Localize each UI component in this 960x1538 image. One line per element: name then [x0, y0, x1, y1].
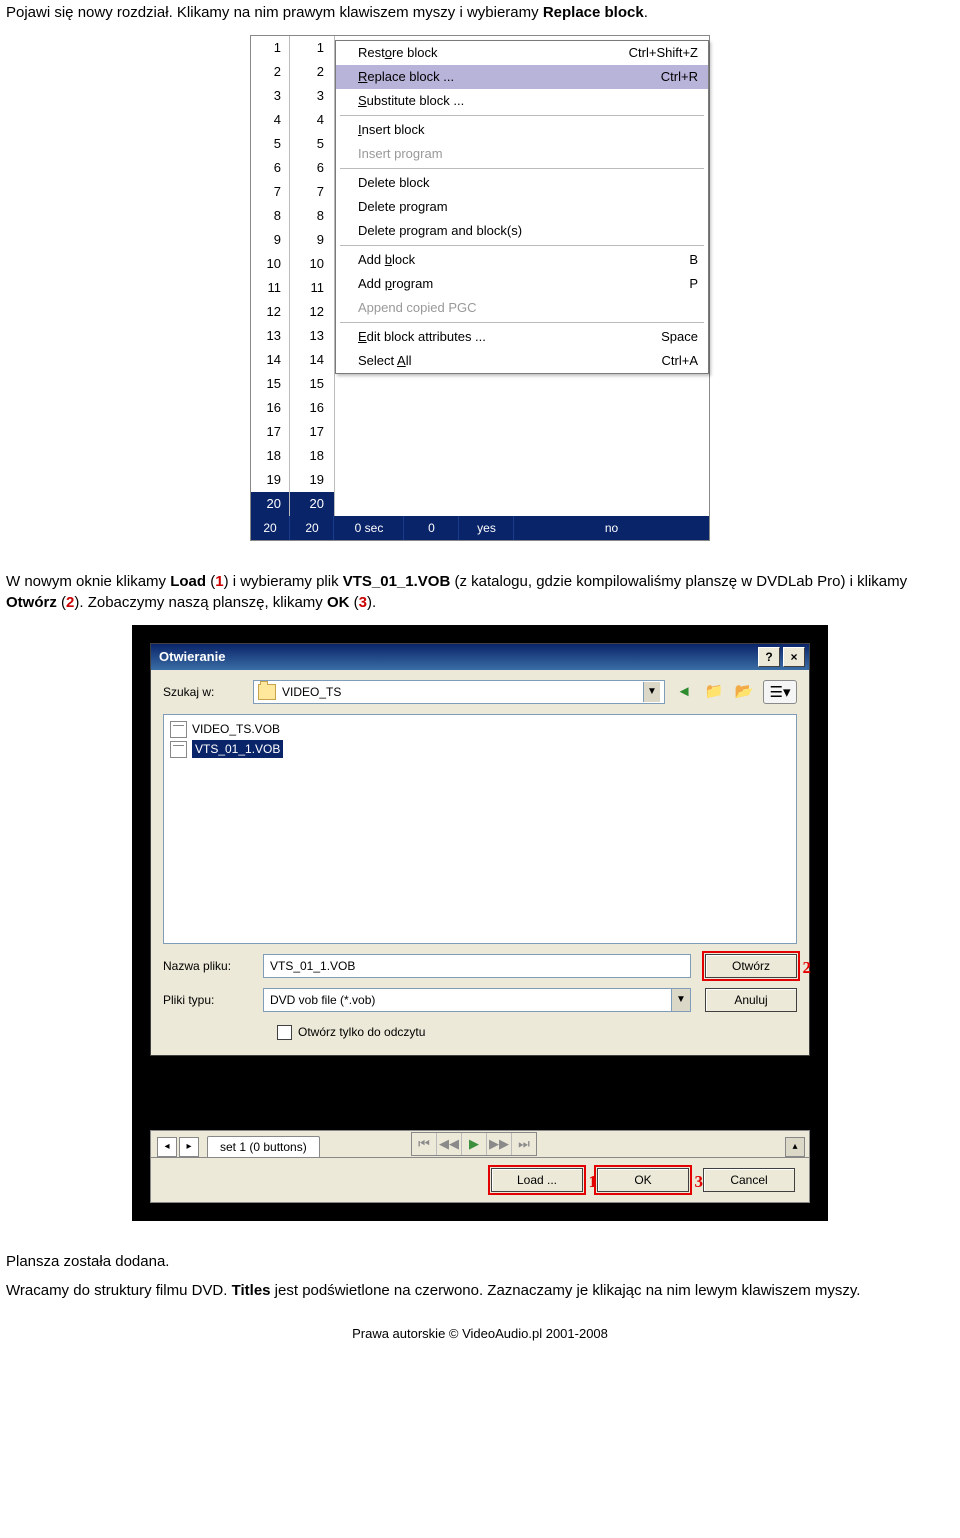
- selected-row-data: 20 20 0 sec 0 yes no: [251, 516, 709, 540]
- prev-icon[interactable]: ⏮: [412, 1133, 437, 1155]
- views-icon[interactable]: ☰▾: [763, 680, 797, 704]
- open-file-dialog: Otwieranie ? × Szukaj w: VIDEO_TS ▼ ◄ 📁 …: [150, 643, 810, 1056]
- load-button-highlight: Load ... 1: [491, 1168, 583, 1192]
- menu-append-pgc: Append copied PGC: [336, 296, 708, 320]
- outro-p2: Wracamy do struktury filmu DVD. Titles j…: [6, 1280, 954, 1301]
- menu-insert-program: Insert program: [336, 142, 708, 166]
- footer-copyright: Prawa autorskie © VideoAudio.pl 2001-200…: [6, 1325, 954, 1343]
- filename-label: Nazwa pliku:: [163, 958, 263, 975]
- filename-input[interactable]: [263, 954, 691, 978]
- tab-scroll-right[interactable]: ▸: [179, 1137, 199, 1157]
- file-icon: [170, 721, 187, 738]
- screenshot-context-menu: 1234567891011121314151617181920 12345678…: [250, 35, 710, 541]
- lookin-label: Szukaj w:: [163, 684, 253, 701]
- menu-add-program[interactable]: Add programP: [336, 272, 708, 296]
- back-icon[interactable]: ◄: [673, 680, 695, 702]
- close-button[interactable]: ×: [783, 647, 805, 667]
- load-button[interactable]: Load ...: [491, 1168, 583, 1192]
- rewind-icon[interactable]: ◀◀: [437, 1133, 462, 1155]
- menu-add-block[interactable]: Add blockB: [336, 248, 708, 272]
- menu-delete-block[interactable]: Delete block: [336, 171, 708, 195]
- chevron-down-icon[interactable]: ▼: [643, 682, 660, 702]
- tab-set1[interactable]: set 1 (0 buttons): [207, 1136, 320, 1157]
- chevron-down-icon[interactable]: ▼: [671, 989, 690, 1011]
- menu-edit-attributes[interactable]: Edit block attributes ...Space: [336, 325, 708, 349]
- annotation-2: 2: [803, 956, 812, 980]
- dialog-titlebar: Otwieranie ? ×: [151, 644, 809, 670]
- file-icon: [170, 741, 187, 758]
- ok-button-highlight: OK 3: [597, 1168, 689, 1192]
- menu-restore-block[interactable]: Restore blockCtrl+Shift+Z: [336, 41, 708, 65]
- readonly-label: Otwórz tylko do odczytu: [298, 1024, 425, 1041]
- ffwd-icon[interactable]: ▶▶: [487, 1133, 512, 1155]
- menu-replace-block[interactable]: Replace block ...Ctrl+R: [336, 65, 708, 89]
- context-menu: Restore blockCtrl+Shift+Z Replace block …: [335, 40, 709, 374]
- readonly-checkbox[interactable]: [277, 1025, 292, 1040]
- new-folder-icon[interactable]: 📂: [733, 680, 755, 702]
- lookin-value: VIDEO_TS: [282, 684, 643, 701]
- file-list[interactable]: VIDEO_TS.VOB VTS_01_1.VOB: [163, 714, 797, 944]
- file-row[interactable]: VIDEO_TS.VOB: [170, 719, 790, 739]
- vcr-controls: ⏮ ◀◀ ▶ ▶▶ ⏭: [411, 1132, 537, 1156]
- intro-text: Pojawi się nowy rozdział. Klikamy na nim…: [6, 4, 539, 21]
- menu-insert-block[interactable]: Insert block: [336, 118, 708, 142]
- menu-select-all[interactable]: Select AllCtrl+A: [336, 349, 708, 373]
- screenshot-open-dialog: Otwieranie ? × Szukaj w: VIDEO_TS ▼ ◄ 📁 …: [132, 625, 828, 1221]
- ok-button[interactable]: OK: [597, 1168, 689, 1192]
- lookin-combo[interactable]: VIDEO_TS ▼: [253, 680, 665, 704]
- annotation-3: 3: [695, 1170, 704, 1194]
- filetype-label: Pliki typu:: [163, 992, 263, 1009]
- open-button[interactable]: Otwórz: [705, 954, 797, 978]
- file-row-selected[interactable]: VTS_01_1.VOB: [170, 739, 790, 759]
- tab-scroll-left[interactable]: ◂: [157, 1137, 177, 1157]
- outro-p1: Plansza została dodana.: [6, 1251, 954, 1272]
- menu-substitute-block[interactable]: Substitute block ...: [336, 89, 708, 113]
- annotation-1: 1: [589, 1170, 598, 1194]
- intro-paragraph: Pojawi się nowy rozdział. Klikamy na nim…: [6, 2, 954, 23]
- next-icon[interactable]: ⏭: [512, 1133, 536, 1155]
- player-bar: ◂ ▸ set 1 (0 buttons) ⏮ ◀◀ ▶ ▶▶ ⏭ ▴ Load…: [150, 1130, 810, 1203]
- intro-bold: Replace block: [543, 4, 644, 21]
- play-icon[interactable]: ▶: [462, 1133, 487, 1155]
- mid-paragraph: W nowym oknie klikamy Load (1) i wybiera…: [6, 571, 954, 613]
- menu-delete-program[interactable]: Delete program: [336, 195, 708, 219]
- row-number-column-1: 1234567891011121314151617181920: [251, 36, 290, 516]
- cancel-button[interactable]: Cancel: [703, 1168, 795, 1192]
- filetype-combo[interactable]: DVD vob file (*.vob) ▼: [263, 988, 691, 1012]
- menu-delete-program-blocks[interactable]: Delete program and block(s): [336, 219, 708, 243]
- row-number-column-2: 1234567891011121314151617181920: [290, 36, 335, 516]
- open-button-highlight: Otwórz 2: [705, 954, 797, 978]
- help-button[interactable]: ?: [758, 647, 780, 667]
- scrollbar-up-icon[interactable]: ▴: [785, 1137, 805, 1157]
- up-folder-icon[interactable]: 📁: [703, 680, 725, 702]
- dialog-title: Otwieranie: [159, 648, 755, 666]
- folder-icon: [258, 684, 276, 700]
- cancel-button[interactable]: Anuluj: [705, 988, 797, 1012]
